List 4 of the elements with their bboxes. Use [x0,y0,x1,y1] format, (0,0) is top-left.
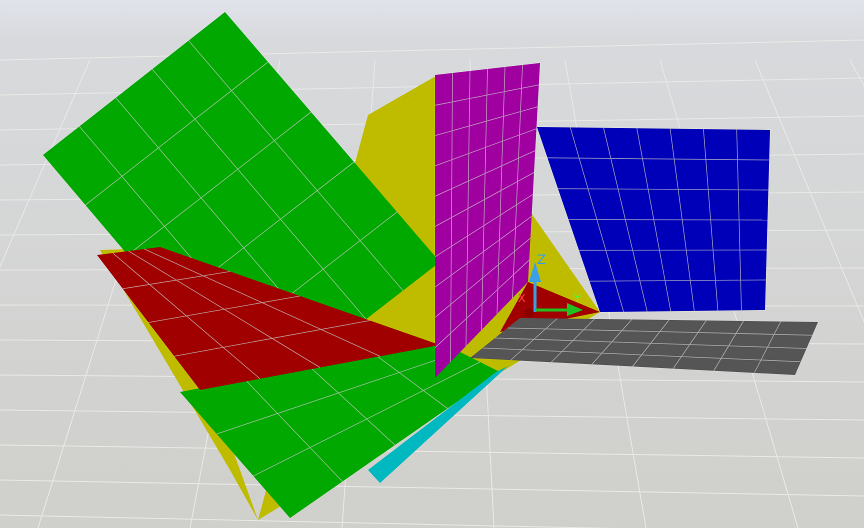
3d-viewport[interactable]: Z X Y [0,0,864,528]
axis-label: X [518,292,526,305]
axis-label: Y [574,292,581,305]
axis-label: Z [537,253,546,268]
